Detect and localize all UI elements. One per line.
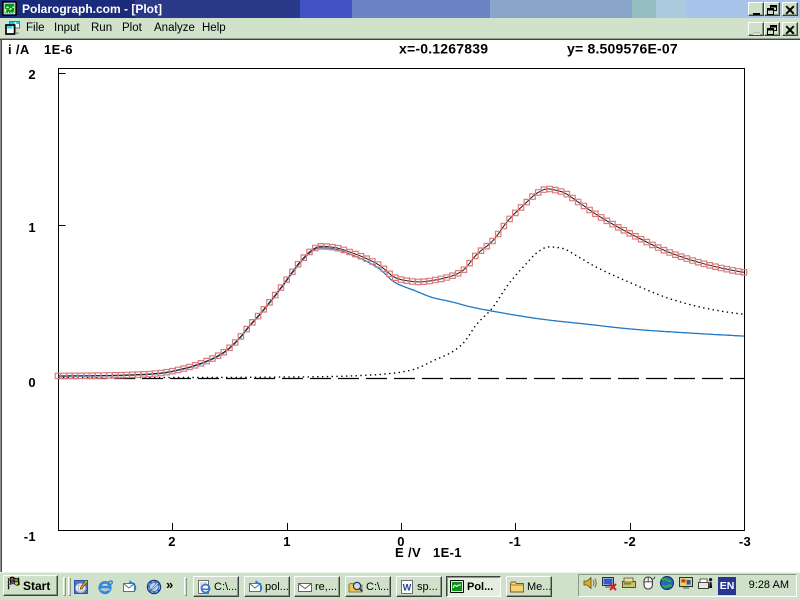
svg-text:-1: -1 (509, 534, 521, 549)
svg-text:x=-0.1267839: x=-0.1267839 (399, 41, 488, 57)
svg-text:2: 2 (28, 67, 36, 82)
svg-text:y= 8.509576E-07: y= 8.509576E-07 (567, 41, 678, 57)
svg-text:i /A: i /A (8, 42, 30, 57)
svg-text:0: 0 (28, 375, 36, 390)
svg-text:-2: -2 (624, 534, 636, 549)
svg-text:1E-6: 1E-6 (44, 42, 73, 57)
svg-text:2: 2 (168, 534, 176, 549)
svg-text:1: 1 (28, 220, 36, 235)
svg-text:1E-1: 1E-1 (433, 545, 462, 560)
svg-text:W: W (403, 582, 412, 592)
svg-text:-3: -3 (739, 534, 751, 549)
svg-text:1: 1 (283, 534, 291, 549)
svg-text:E /V: E /V (395, 545, 421, 560)
svg-text:-1: -1 (24, 529, 36, 544)
